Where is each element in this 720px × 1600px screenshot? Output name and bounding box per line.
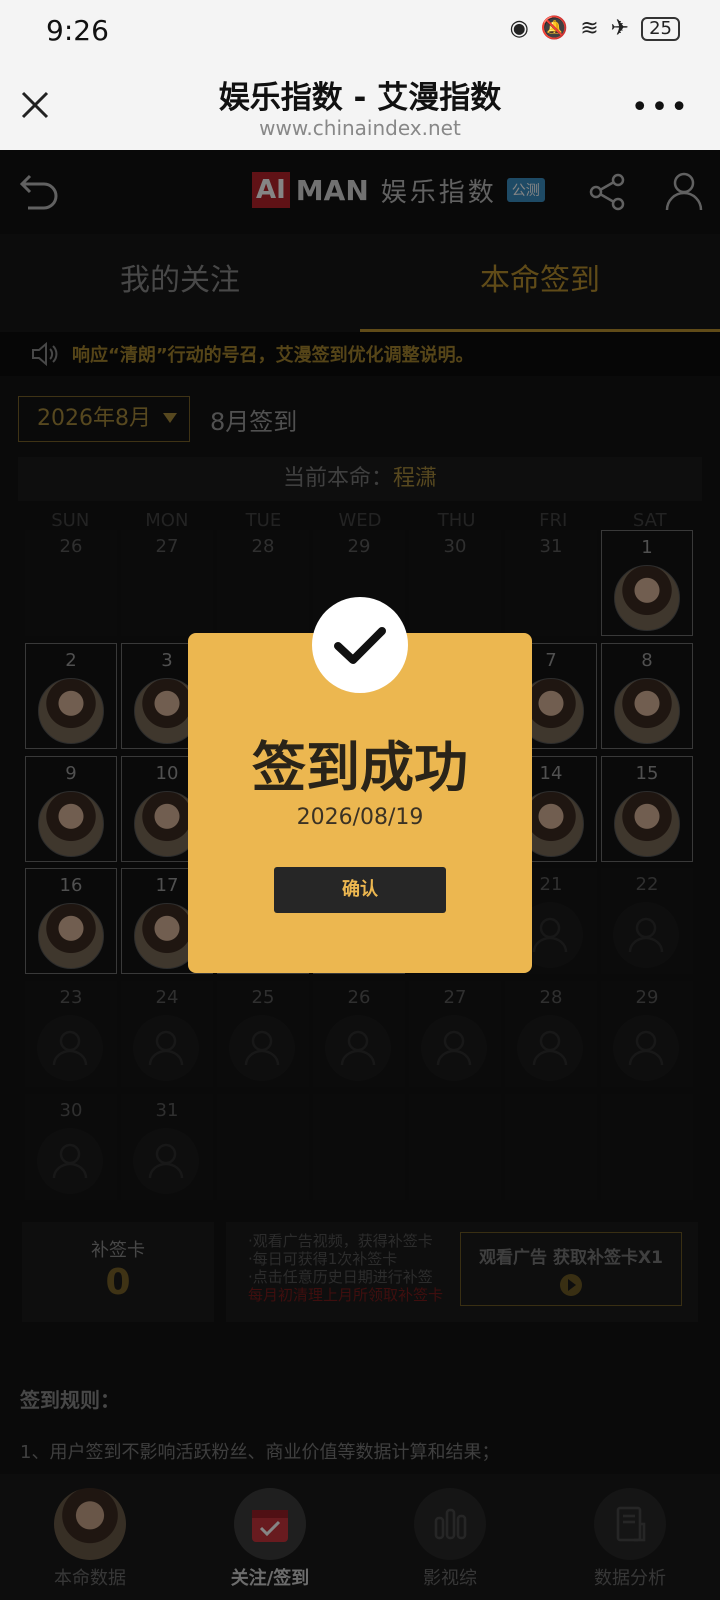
browser-chrome: 9:26 ◉ 🔕 ≋ ✈ 25 娱乐指数 - 艾漫指数 www.chinaind… bbox=[0, 0, 720, 150]
mute-icon: 🔕 bbox=[540, 16, 569, 41]
status-icons: ◉ 🔕 ≋ ✈ 25 bbox=[510, 16, 680, 41]
battery-icon: 25 bbox=[641, 16, 680, 41]
confirm-button[interactable]: 确认 bbox=[274, 867, 446, 913]
more-menu-button[interactable]: ••• bbox=[631, 90, 690, 125]
checkmark-icon bbox=[312, 597, 408, 693]
status-time: 9:26 bbox=[46, 14, 109, 47]
page-url: www.chinaindex.net bbox=[259, 116, 461, 140]
page-title: 娱乐指数 - 艾漫指数 bbox=[218, 80, 502, 116]
eye-icon: ◉ bbox=[509, 16, 529, 41]
wifi-icon: ≋ bbox=[580, 16, 599, 41]
dialog-title: 签到成功 bbox=[252, 736, 468, 799]
dialog-date: 2026/08/19 bbox=[296, 805, 424, 830]
airplane-icon: ✈ bbox=[610, 16, 630, 41]
